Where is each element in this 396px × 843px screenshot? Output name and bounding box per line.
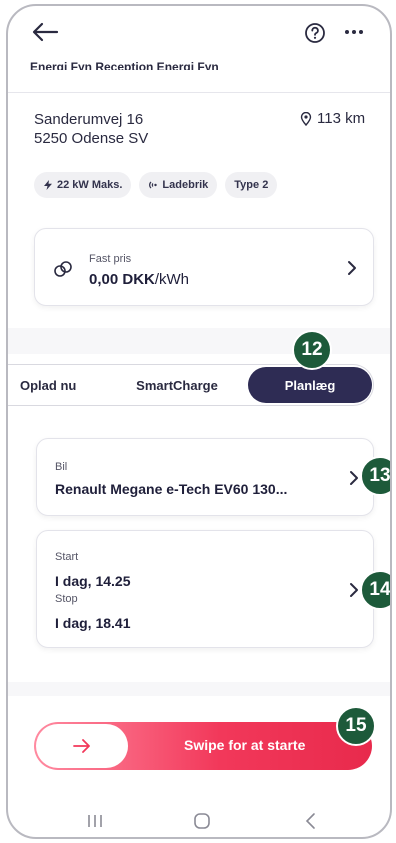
section-separator [8, 682, 390, 696]
price-card[interactable]: Fast pris 0,00 DKK/kWh [34, 228, 374, 306]
step-badge-13: 13 [360, 456, 390, 496]
connector-chips: 22 kW Maks. Ladebrik Type 2 [34, 172, 278, 198]
location-pin-icon [300, 111, 312, 126]
chip-connector-type: Type 2 [225, 172, 278, 198]
price-unit: /kWh [154, 271, 190, 288]
recent-apps-icon[interactable] [84, 812, 106, 830]
start-value: I dag, 14.25 [55, 573, 131, 589]
tab-smartcharge[interactable]: SmartCharge [108, 365, 246, 405]
start-label: Start [55, 551, 79, 563]
chip-label: Ladebrik [162, 179, 209, 191]
price-label: Fast pris [89, 253, 132, 265]
chevron-right-icon [350, 583, 358, 597]
tab-plan[interactable]: Planlæg [248, 367, 372, 403]
chevron-right-icon [348, 261, 356, 275]
schedule-card[interactable]: Start I dag, 14.25 Stop I dag, 18.41 [36, 530, 374, 648]
station-name-partial: Energi Fyn Reception Energi Fyn [30, 56, 280, 70]
section-separator [8, 328, 390, 354]
home-icon[interactable] [191, 812, 213, 830]
step-badge-14: 14 [360, 570, 390, 610]
charge-mode-tabs: Oplad nu SmartCharge Planlæg [8, 364, 374, 406]
signal-icon [149, 181, 158, 189]
step-badge-12: 12 [292, 330, 332, 370]
arrow-right-icon [73, 739, 90, 753]
station-address: Sanderumvej 16 5250 Odense SV [34, 110, 148, 148]
link-icon [54, 261, 72, 277]
phone-frame: Energi Fyn Reception Energi Fyn Sanderum… [6, 4, 392, 839]
price-value: 0,00 DKK/kWh [89, 271, 189, 288]
swipe-label: Swipe for at starte [184, 737, 306, 753]
divider [8, 92, 390, 93]
swipe-handle[interactable] [36, 724, 128, 768]
car-label: Bil [55, 461, 68, 473]
question-circle-icon[interactable] [304, 22, 326, 44]
screen: Energi Fyn Reception Energi Fyn Sanderum… [8, 6, 390, 837]
car-value: Renault Megane e-Tech EV60 130... [55, 481, 288, 497]
station-name-text: Energi Fyn Reception Energi Fyn [30, 60, 219, 70]
stop-label: Stop [55, 593, 78, 605]
chip-charger: Ladebrik [139, 172, 218, 198]
chip-label: 22 kW Maks. [57, 179, 123, 191]
top-bar: Energi Fyn Reception Energi Fyn [8, 6, 390, 70]
address-street: Sanderumvej 16 [34, 111, 144, 128]
price-amount: 0,00 DKK [89, 271, 155, 288]
chevron-right-icon [350, 471, 358, 485]
chip-power: 22 kW Maks. [34, 172, 132, 198]
bolt-icon [44, 180, 52, 190]
swipe-to-start-slider[interactable]: Swipe for at starte [34, 722, 372, 770]
distance-value: 113 km [317, 110, 366, 127]
car-select-card[interactable]: Bil Renault Megane e-Tech EV60 130... [36, 438, 374, 516]
arrow-left-icon[interactable] [30, 20, 60, 44]
tab-charge-now[interactable]: Oplad nu [8, 365, 100, 405]
more-horizontal-icon[interactable] [342, 24, 366, 40]
chip-label: Type 2 [234, 179, 269, 191]
address-city: 5250 Odense SV [34, 130, 149, 147]
step-badge-15: 15 [336, 706, 376, 746]
nav-back-icon[interactable] [300, 812, 322, 830]
stop-value: I dag, 18.41 [55, 615, 131, 631]
distance: 113 km [300, 110, 365, 127]
system-nav-bar [8, 802, 390, 837]
